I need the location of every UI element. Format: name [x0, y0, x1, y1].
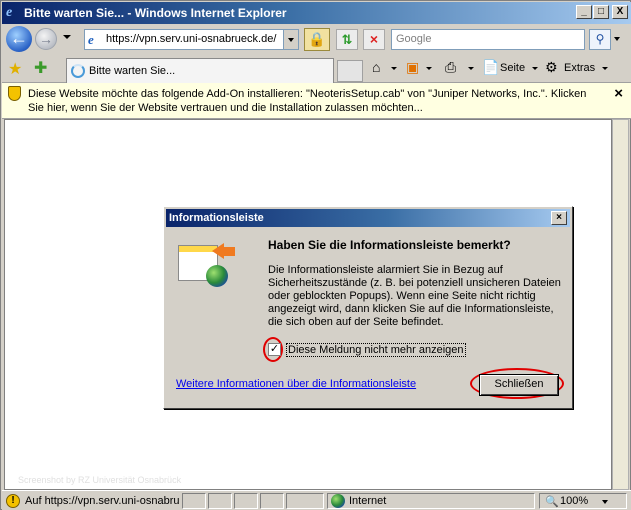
arrow-left-icon: ← — [10, 28, 28, 48]
status-pane-2 — [208, 493, 232, 509]
zoom-level[interactable]: 100% — [560, 495, 588, 507]
home-icon[interactable]: ⌂ — [372, 59, 380, 75]
internet-zone-globe-icon — [331, 494, 345, 508]
status-pane-5 — [286, 493, 324, 509]
status-pane-4 — [260, 493, 284, 509]
dialog-heading: Haben Sie die Informationsleiste bemerkt… — [268, 238, 511, 252]
arrow-right-icon: → — [39, 31, 53, 47]
ie-logo-icon: e — [6, 5, 13, 20]
search-icon: ⚲ — [595, 32, 605, 46]
orange-arrow-shaft — [223, 247, 235, 256]
information-bar[interactable]: Diese Website möchte das folgende Add-On… — [2, 83, 631, 119]
minimize-button[interactable]: _ — [576, 5, 592, 19]
refresh-button[interactable]: ⇅ — [336, 29, 358, 50]
close-window-button[interactable]: X — [612, 5, 628, 19]
back-button[interactable]: ← — [6, 26, 32, 52]
window-title: Bitte warten Sie... - Windows Internet E… — [24, 6, 287, 20]
feeds-icon[interactable]: ▣ — [406, 59, 419, 76]
tab-label: Bitte warten Sie... — [89, 65, 176, 77]
warning-icon[interactable]: ! — [6, 494, 20, 508]
zoom-icon: 🔍 — [545, 496, 559, 508]
history-dropdown-icon[interactable] — [63, 35, 71, 39]
print-dropdown-icon[interactable] — [468, 67, 474, 70]
address-dropdown-icon[interactable] — [283, 30, 298, 49]
zoom-dropdown-icon[interactable] — [602, 500, 608, 504]
dialog-title-bar[interactable]: Informationsleiste × — [166, 209, 570, 227]
gear-icon: ⚙ — [545, 59, 558, 75]
page-menu[interactable]: Seite — [500, 62, 525, 74]
address-url[interactable]: https://vpn.serv.uni-osnabrueck.de/ — [106, 33, 276, 45]
tools-dropdown-icon[interactable] — [602, 67, 608, 70]
shield-icon — [8, 86, 21, 101]
search-options-dropdown-icon[interactable] — [614, 37, 620, 41]
add-favorite-icon[interactable]: ✚ — [34, 58, 47, 78]
status-bar: ! Auf https://vpn.serv.uni-osnabrueck.de… — [2, 490, 631, 510]
home-dropdown-icon[interactable] — [391, 67, 397, 70]
zone-label: Internet — [349, 495, 387, 507]
title-bar[interactable]: e Bitte warten Sie... - Windows Internet… — [2, 2, 631, 24]
new-tab-button[interactable] — [337, 60, 363, 82]
address-toolbar: ← → e https://vpn.serv.uni-osnabrueck.de… — [2, 24, 631, 54]
search-placeholder: Google — [396, 33, 432, 45]
tab-active[interactable]: Bitte warten Sie... — [66, 58, 334, 83]
forward-button[interactable]: → — [35, 28, 57, 50]
favorites-star-icon[interactable]: ★ — [8, 59, 22, 79]
vertical-scrollbar[interactable] — [612, 119, 629, 490]
search-button[interactable]: ⚲ — [589, 29, 611, 50]
information-bar-illustration-icon — [176, 237, 235, 289]
status-pane-3 — [234, 493, 258, 509]
tab-toolbar: ★ ✚ Bitte warten Sie... ⌂ ▣ ⎙ 📄 Seite ⚙ … — [2, 54, 631, 83]
information-bar-dialog: Informationsleiste × Haben Sie die Infor… — [163, 206, 573, 409]
print-icon[interactable]: ⎙ — [445, 59, 456, 76]
address-bar[interactable]: e https://vpn.serv.uni-osnabrueck.de/ — [84, 29, 299, 50]
page-favicon-icon: e — [88, 32, 94, 47]
dont-show-again-checkbox[interactable]: ✓ — [268, 343, 281, 356]
dialog-title: Informationsleiste — [169, 212, 264, 224]
search-input[interactable]: Google — [391, 29, 585, 50]
status-pane-1 — [182, 493, 206, 509]
close-icon[interactable]: × — [614, 85, 623, 102]
dialog-close-button[interactable]: × — [551, 211, 567, 225]
information-bar-message[interactable]: Diese Website möchte das folgende Add-On… — [28, 87, 600, 115]
page-dropdown-icon[interactable] — [532, 67, 538, 70]
maximize-button[interactable]: □ — [593, 5, 609, 19]
feeds-dropdown-icon[interactable] — [426, 67, 432, 70]
dialog-body-text: Die Informationsleiste alarmiert Sie in … — [268, 264, 561, 328]
close-dialog-button[interactable]: Schließen — [479, 374, 559, 396]
security-lock-icon[interactable]: 🔒 — [304, 28, 330, 51]
ie-window: e Bitte warten Sie... - Windows Internet… — [0, 0, 631, 510]
watermark: Screenshot by RZ Universität Osnabrück — [18, 475, 182, 485]
dont-show-again-label[interactable]: Diese Meldung nicht mehr anzeigen — [286, 343, 466, 357]
globe-icon — [206, 265, 228, 287]
loading-spinner-icon — [71, 64, 85, 78]
page-icon: 📄 — [482, 59, 500, 75]
more-info-link[interactable]: Weitere Informationen über die Informati… — [176, 378, 416, 390]
tools-menu[interactable]: Extras — [564, 62, 595, 74]
status-text: Auf https://vpn.serv.uni-osnabrueck.de/ … — [25, 495, 180, 507]
stop-button[interactable]: × — [363, 29, 385, 50]
